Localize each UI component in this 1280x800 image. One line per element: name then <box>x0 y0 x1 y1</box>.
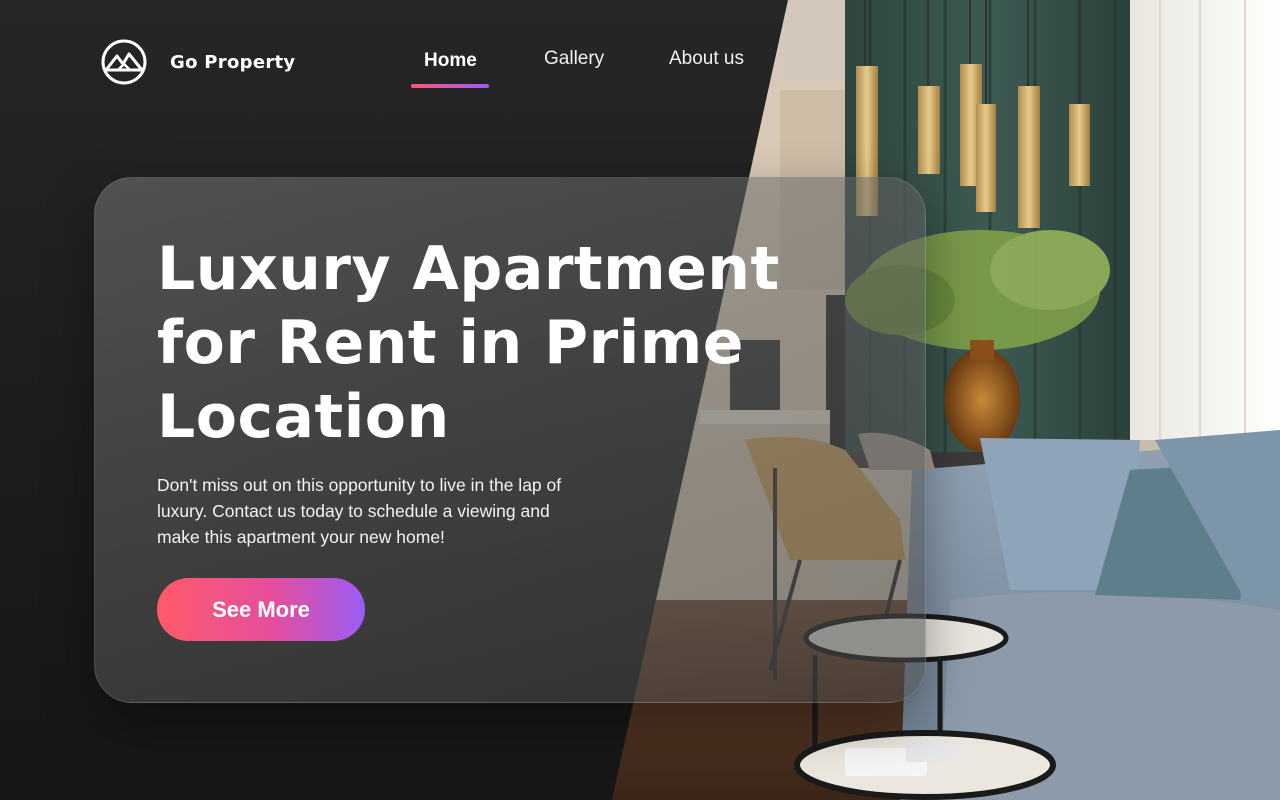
see-more-button[interactable]: See More <box>157 578 365 641</box>
active-nav-indicator <box>411 84 489 88</box>
hero-title: Luxury Apartment for Rent in Prime Locat… <box>157 234 780 452</box>
main-nav: Home Gallery About us <box>0 48 800 98</box>
hero-description: Don't miss out on this opportunity to li… <box>157 475 562 547</box>
nav-gallery[interactable]: Gallery <box>544 48 604 70</box>
nav-about-us[interactable]: About us <box>669 48 744 70</box>
nav-home[interactable]: Home <box>424 50 477 72</box>
